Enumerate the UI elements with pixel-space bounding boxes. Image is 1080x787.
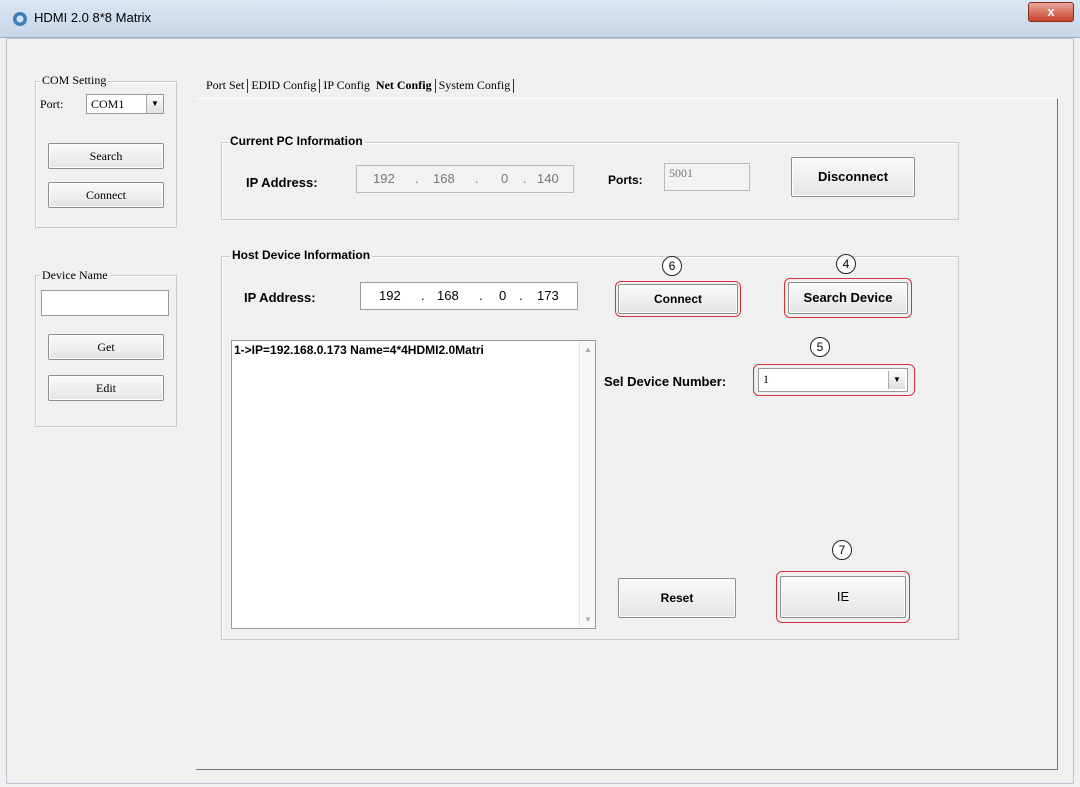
host-ip-octet-1: 192 xyxy=(379,288,401,303)
port-label: Port: xyxy=(40,97,64,111)
connect-highlight xyxy=(615,281,741,317)
tab-edid-config[interactable]: EDID Config xyxy=(248,78,319,93)
ie-highlight xyxy=(776,571,910,623)
ip-dot: . xyxy=(479,288,483,303)
edit-button[interactable]: Edit xyxy=(48,375,164,401)
chevron-down-icon[interactable]: ▼ xyxy=(146,95,163,113)
pc-ip-octet-3: 0 xyxy=(501,171,509,186)
ip-dot: . xyxy=(523,171,527,186)
ip-dot: . xyxy=(421,288,425,303)
callout-7: 7 xyxy=(832,540,852,560)
host-ip-octet-4: 173 xyxy=(537,288,559,303)
ports-value: 5001 xyxy=(669,166,693,180)
com-search-button[interactable]: Search xyxy=(48,143,164,169)
pc-ip-octet-4: 140 xyxy=(537,171,559,186)
scroll-down-icon[interactable]: ▼ xyxy=(584,615,592,624)
reset-button[interactable]: Reset xyxy=(618,578,736,618)
tab-port-set[interactable]: Port Set xyxy=(203,78,247,93)
pc-ip-octet-2: 168 xyxy=(433,171,455,186)
host-ip-label: IP Address: xyxy=(244,290,316,305)
pc-ip-label: IP Address: xyxy=(246,175,318,190)
get-button[interactable]: Get xyxy=(48,334,164,360)
tab-ip-config[interactable]: IP Config xyxy=(320,78,373,93)
app-icon xyxy=(13,12,27,26)
sel-device-label: Sel Device Number: xyxy=(604,374,727,389)
ip-dot: . xyxy=(475,171,479,186)
tab-bar: Port Set EDID Config IP Config Net Config Sy… xyxy=(203,78,515,94)
search-device-highlight xyxy=(784,278,912,318)
tab-system-config[interactable]: System Config xyxy=(436,78,514,93)
ports-field: 5001 xyxy=(664,163,750,191)
ip-dot: . xyxy=(415,171,419,186)
host-ip-octet-3: 0 xyxy=(499,288,507,303)
ports-label: Ports: xyxy=(608,173,643,187)
current-pc-title: Current PC Information xyxy=(228,134,365,148)
device-name-input[interactable] xyxy=(41,290,169,316)
device-list[interactable]: 1->IP=192.168.0.173 Name=4*4HDMI2.0Matri… xyxy=(231,340,596,629)
port-select[interactable]: COM1 ▼ xyxy=(86,94,164,114)
device-name-title: Device Name xyxy=(40,268,110,283)
pc-ip-field: 192 . 168 . 0 . 140 xyxy=(356,165,574,193)
host-device-title: Host Device Information xyxy=(230,248,373,262)
tab-separator xyxy=(513,79,515,94)
callout-6: 6 xyxy=(662,256,682,276)
scroll-up-icon[interactable]: ▲ xyxy=(584,345,592,354)
list-scrollbar[interactable]: ▲ ▼ xyxy=(579,341,595,628)
com-setting-title: COM Setting xyxy=(40,73,109,88)
pc-ip-octet-1: 192 xyxy=(373,171,395,186)
host-ip-octet-2: 168 xyxy=(437,288,459,303)
host-ip-field[interactable]: 192 . 168 . 0 . 173 xyxy=(360,282,578,310)
callout-4: 4 xyxy=(836,254,856,274)
tab-net-config[interactable]: Net Config xyxy=(373,78,435,93)
port-select-value: COM1 xyxy=(91,97,125,111)
ip-dot: . xyxy=(519,288,523,303)
callout-5: 5 xyxy=(810,337,830,357)
close-button[interactable]: x xyxy=(1028,2,1074,22)
title-bar xyxy=(0,0,1080,38)
window-title: HDMI 2.0 8*8 Matrix xyxy=(34,10,152,25)
disconnect-button[interactable]: Disconnect xyxy=(791,157,915,197)
sel-device-highlight xyxy=(753,364,915,396)
com-connect-button[interactable]: Connect xyxy=(48,182,164,208)
device-list-item[interactable]: 1->IP=192.168.0.173 Name=4*4HDMI2.0Matri xyxy=(234,343,484,357)
